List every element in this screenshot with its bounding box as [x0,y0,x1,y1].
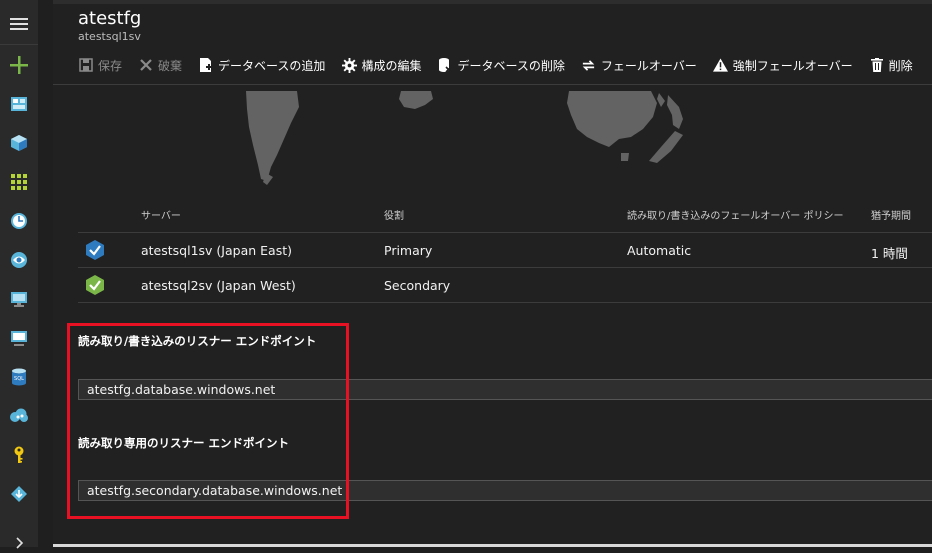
server-role: Primary [384,243,433,258]
trash-icon [869,57,885,73]
resource-groups-icon[interactable] [9,133,29,153]
save-icon [78,57,94,73]
warning-icon [713,57,729,73]
failover-label: フェールオーバー [600,58,697,73]
close-icon [138,57,154,73]
sql-databases-icon[interactable]: SQL [9,367,29,387]
save-button[interactable]: 保存 [78,57,122,74]
dashboard-icon[interactable] [9,94,29,114]
menu-icon[interactable] [9,14,29,34]
sidebar-gap [38,0,53,547]
remove-database-icon [437,57,453,73]
rw-endpoint-label: 読み取り/書き込みのリスナー エンドポイント [78,334,317,348]
sidebar-divider [0,44,38,45]
forced-failover-button[interactable]: 強制フェールオーバー [713,57,853,74]
rw-endpoint-field[interactable]: atestfg.database.windows.net [78,379,932,400]
server-name: atestsql2sv (Japan West) [141,278,296,293]
remove-database-label: データベースの削除 [457,58,565,73]
edit-configuration-label: 構成の編集 [361,58,422,73]
blade: atestfg atestsql1sv 保存 破棄 データベースの追加 構成の編… [53,0,932,547]
server-table: サーバー 役割 読み取り/書き込みのフェールオーバー ポリシー 猶予期間 ate… [78,200,932,303]
secondary-status-icon [86,275,104,295]
edit-configuration-button[interactable]: 構成の編集 [341,57,421,74]
region-map [53,85,932,185]
column-header-grace-period: 猶予期間 [871,211,911,222]
column-header-server: サーバー [141,211,181,222]
gear-icon [341,57,357,73]
table-row[interactable]: atestsql1sv (Japan East) Primary Automat… [78,233,932,268]
all-resources-icon[interactable] [9,172,29,192]
top-border [53,0,932,4]
storage-icon[interactable] [9,406,29,426]
map-landmass [246,91,683,185]
server-role: Secondary [384,278,451,293]
discard-label: 破棄 [158,58,183,73]
column-header-role: 役割 [384,211,404,222]
failover-icon [581,57,597,73]
add-database-label: データベースの追加 [218,58,326,73]
page-title: atestfg [78,8,142,29]
cloud-services-icon[interactable] [9,328,29,348]
add-database-button[interactable]: データベースの追加 [198,57,325,74]
failover-button[interactable]: フェールオーバー [581,57,697,74]
page-subtitle: atestsql1sv [78,30,141,43]
key-icon[interactable] [9,445,29,465]
marketplace-icon[interactable] [9,484,29,504]
app-services-icon[interactable] [9,250,29,270]
recent-icon[interactable] [9,211,29,231]
remove-database-button[interactable]: データベースの削除 [437,57,565,74]
failover-policy: Automatic [627,243,692,258]
virtual-machines-icon[interactable] [9,289,29,309]
server-name: atestsql1sv (Japan East) [141,243,292,258]
delete-button[interactable]: 削除 [869,57,913,74]
sidebar: SQL [0,0,38,549]
ro-endpoint-label: 読み取り専用のリスナー エンドポイント [78,436,290,450]
discard-button[interactable]: 破棄 [138,57,182,74]
ro-endpoint-field[interactable]: atestfg.secondary.database.windows.net [78,480,932,501]
save-label: 保存 [98,58,123,73]
primary-status-icon [86,240,104,260]
table-row[interactable]: atestsql2sv (Japan West) Secondary [78,268,932,303]
grace-period: 1 時間 [871,246,908,261]
forced-failover-label: 強制フェールオーバー [732,58,853,73]
add-database-icon [198,57,214,73]
column-header-policy: 読み取り/書き込みのフェールオーバー ポリシー [627,211,844,222]
table-header: サーバー 役割 読み取り/書き込みのフェールオーバー ポリシー 猶予期間 [78,200,932,233]
expand-icon[interactable] [9,533,29,553]
toolbar: 保存 破棄 データベースの追加 構成の編集 データベースの削除 フェールオーバー… [78,55,929,75]
delete-label: 削除 [888,58,913,73]
svg-text:SQL: SQL [14,376,24,382]
new-icon[interactable] [9,55,29,75]
